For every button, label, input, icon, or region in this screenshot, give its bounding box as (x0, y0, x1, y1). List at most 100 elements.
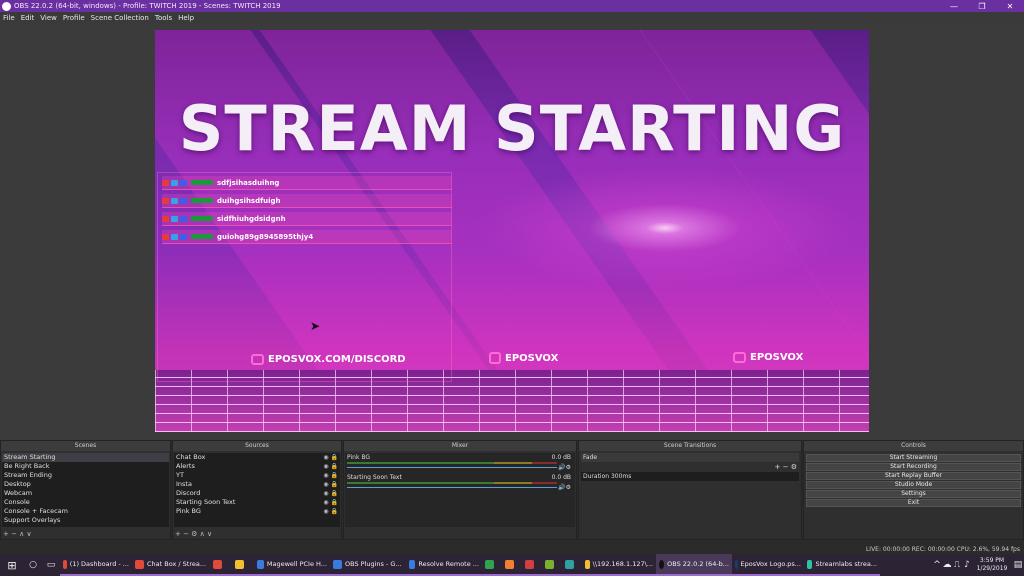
mixer-track-db: 0.0 dB (551, 474, 571, 481)
scene-item[interactable]: Console (2, 498, 169, 507)
mixer-track-db: 0.0 dB (551, 454, 571, 461)
task-view-icon[interactable]: ▭ (42, 554, 60, 576)
chevron-up-icon[interactable]: ^ (932, 554, 942, 576)
source-item[interactable]: Insta ◉ 🔒 (174, 480, 340, 489)
taskbar-app[interactable]: (1) Dashboard - ... (60, 554, 132, 576)
scene-item[interactable]: Webcam (2, 489, 169, 498)
scenes-dock-title: Scenes (1, 441, 170, 451)
chrome-icon (213, 559, 222, 569)
taskbar-app[interactable]: \\192.168.1.127\... (582, 554, 656, 576)
network-icon[interactable]: ⎍ (952, 554, 962, 576)
search-icon[interactable]: ○ (24, 554, 42, 576)
mixer-track-name: Starting Soon Text (347, 474, 402, 481)
taskbar-app[interactable]: Resolve Remote ... (406, 554, 482, 576)
settings-button[interactable]: Settings (806, 490, 1021, 498)
menu-tools[interactable]: Tools (152, 14, 175, 22)
instagram-icon (489, 352, 501, 364)
menu-view[interactable]: View (37, 14, 60, 22)
menu-help[interactable]: Help (175, 14, 197, 22)
taskbar-app[interactable] (482, 554, 502, 576)
sheets-icon (485, 559, 494, 569)
volume-icon[interactable]: ♪ (962, 554, 972, 576)
taskbar-app[interactable]: EposVox Logo.ps... (732, 554, 804, 576)
visibility-icon[interactable]: ◉ 🔒 (323, 489, 338, 498)
windows-start-icon[interactable]: ⊞ (0, 554, 24, 576)
controls-dock: Controls Start Streaming Start Recording… (803, 440, 1024, 540)
visibility-icon[interactable]: ◉ 🔒 (323, 480, 338, 489)
transition-select[interactable]: Fade (581, 453, 799, 462)
taskbar-app[interactable]: OBS Plugins - G... (330, 554, 406, 576)
badge-icon (162, 215, 169, 222)
taskbar-app-active[interactable]: OBS 22.0.2 (64-b... (656, 554, 732, 576)
taskbar-app[interactable] (562, 554, 582, 576)
taskbar-app[interactable]: Magewell PCIe H... (254, 554, 330, 576)
cloud-icon[interactable]: ☁ (942, 554, 952, 576)
taskbar-app[interactable] (210, 554, 232, 576)
chat-message: sdfjsihasduihng (162, 176, 452, 190)
start-streaming-button[interactable]: Start Streaming (806, 454, 1021, 462)
start-replay-buffer-button[interactable]: Start Replay Buffer (806, 472, 1021, 480)
close-button[interactable]: ✕ (996, 0, 1024, 12)
source-item[interactable]: Alerts ◉ 🔒 (174, 462, 340, 471)
transition-duration[interactable]: Duration 300ms (581, 472, 799, 481)
taskbar-app[interactable] (542, 554, 562, 576)
source-item[interactable]: YT ◉ 🔒 (174, 471, 340, 480)
source-item[interactable]: Chat Box ◉ 🔒 (174, 453, 340, 462)
docs-icon (409, 559, 416, 569)
maximize-button[interactable]: ❐ (968, 0, 996, 12)
taskbar-app[interactable] (502, 554, 522, 576)
exit-button[interactable]: Exit (806, 499, 1021, 507)
volume-slider[interactable] (347, 487, 557, 488)
scene-item[interactable]: Stream Starting (2, 453, 169, 462)
menu-file[interactable]: File (0, 14, 18, 22)
studio-mode-button[interactable]: Studio Mode (806, 481, 1021, 489)
chat-username (191, 234, 213, 239)
scene-item[interactable]: Stream Ending (2, 471, 169, 480)
visibility-icon[interactable]: ◉ 🔒 (323, 471, 338, 480)
taskbar-app-label: Resolve Remote ... (418, 560, 479, 568)
start-recording-button[interactable]: Start Recording (806, 463, 1021, 471)
mouse-cursor-icon: ➤ (310, 319, 321, 333)
visibility-icon[interactable]: ◉ 🔒 (323, 453, 338, 462)
scene-item[interactable]: Desktop (2, 480, 169, 489)
volume-meter (347, 462, 557, 464)
scenes-toolbar[interactable]: + − ∧ ∨ (3, 530, 32, 538)
minimize-button[interactable]: — (940, 0, 968, 12)
source-item[interactable]: Discord ◉ 🔒 (174, 489, 340, 498)
transition-add-remove[interactable]: + − ⚙ (775, 463, 797, 471)
source-label: Discord (176, 489, 201, 497)
taskbar-clock[interactable]: 3:59 PM 1/29/2019 (972, 557, 1012, 573)
mute-icon[interactable]: 🔊⚙ (558, 464, 571, 471)
scene-item[interactable]: Be Right Back (2, 462, 169, 471)
sources-toolbar[interactable]: + − ⚙ ∧ ∨ (175, 530, 212, 538)
menu-edit[interactable]: Edit (18, 14, 38, 22)
mixer-dock: Mixer Pink BG 0.0 dB 🔊⚙ Starting Soon Te… (343, 440, 577, 540)
mixer-tracks: Pink BG 0.0 dB 🔊⚙ Starting Soon Text 0.0… (345, 453, 575, 527)
menu-scene-collection[interactable]: Scene Collection (88, 14, 152, 22)
menu-profile[interactable]: Profile (60, 14, 88, 22)
chat-message: guiohg89g8945895thjy4 (162, 230, 452, 244)
source-item[interactable]: Starting Soon Text ◉ 🔒 (174, 498, 340, 507)
taskbar-app[interactable] (522, 554, 542, 576)
visibility-icon[interactable]: ◉ 🔒 (323, 507, 338, 516)
visibility-icon[interactable]: ◉ 🔒 (323, 498, 338, 507)
taskbar-app-label: Magewell PCIe H... (266, 560, 327, 568)
source-item[interactable]: Pink BG ◉ 🔒 (174, 507, 340, 516)
scene-item[interactable]: Console + Facecam (2, 507, 169, 516)
preview-canvas[interactable]: STREAM STARTING sdfjsihasduihng duihgsih… (155, 30, 869, 432)
controls-dock-title: Controls (804, 441, 1023, 451)
visibility-icon[interactable]: ◉ 🔒 (323, 462, 338, 471)
chat-message-text: sdfjsihasduihng (217, 178, 280, 187)
scene-item[interactable]: Support Overlays (2, 516, 169, 525)
notifications-icon[interactable]: ▤ (1012, 554, 1024, 576)
scenes-dock: Scenes Stream Starting Be Right Back Str… (0, 440, 171, 540)
taskbar-app[interactable]: Chat Box / Strea... (132, 554, 210, 576)
mute-icon[interactable]: 🔊⚙ (558, 484, 571, 491)
taskbar-app[interactable] (232, 554, 254, 576)
badge-icon (162, 233, 169, 240)
taskbar-app[interactable]: Streamlabs strea... (804, 554, 880, 576)
badge-icon (171, 179, 178, 186)
volume-slider[interactable] (347, 467, 557, 468)
sources-dock-title: Sources (173, 441, 341, 451)
chat-message: duihgsihsdfuigh (162, 194, 452, 208)
